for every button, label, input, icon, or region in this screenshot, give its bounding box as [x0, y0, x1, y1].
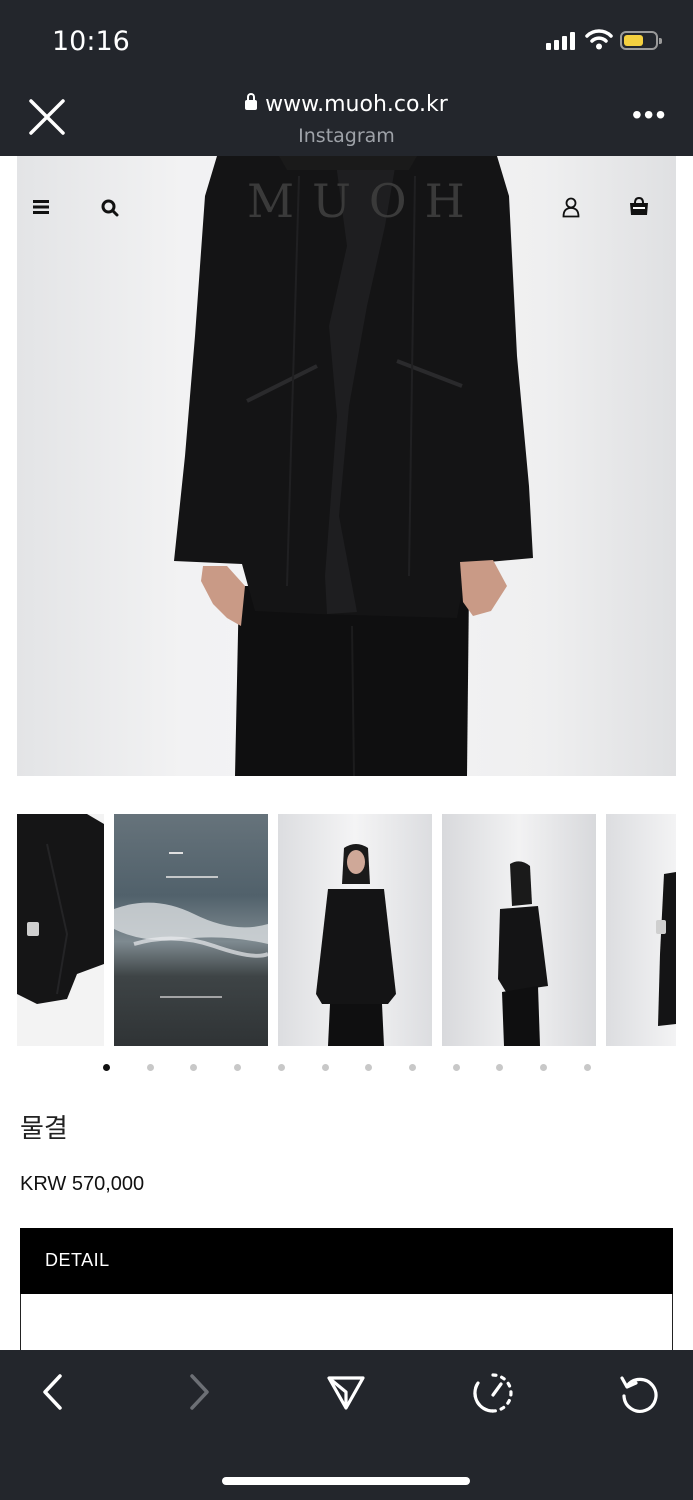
carousel-dot[interactable]	[147, 1064, 154, 1071]
thumbnail-carousel[interactable]	[0, 814, 693, 1046]
carousel-pagination[interactable]	[0, 1064, 693, 1074]
url-text: www.muoh.co.kr	[265, 92, 448, 117]
carousel-dot[interactable]	[584, 1064, 591, 1071]
hero-product-image[interactable]: MUOH	[17, 156, 676, 776]
carousel-dot[interactable]	[540, 1064, 547, 1071]
share-icon[interactable]	[326, 1372, 366, 1412]
thumbnail-3[interactable]	[278, 814, 432, 1046]
wifi-icon	[585, 29, 613, 50]
carousel-dot[interactable]	[103, 1064, 110, 1071]
carousel-dot[interactable]	[409, 1064, 416, 1071]
product-name: 물결	[20, 1114, 68, 1144]
speed-icon[interactable]	[472, 1372, 514, 1414]
user-icon[interactable]	[562, 197, 580, 218]
thumbnail-4[interactable]	[442, 814, 596, 1046]
carousel-dot[interactable]	[496, 1064, 503, 1071]
status-bar: 10:16	[0, 0, 693, 80]
carousel-dot[interactable]	[234, 1064, 241, 1071]
carousel-dot[interactable]	[190, 1064, 197, 1071]
status-time: 10:16	[52, 26, 130, 57]
forward-icon[interactable]	[186, 1372, 212, 1412]
thumbnail-5[interactable]	[606, 814, 676, 1046]
carousel-dot[interactable]	[322, 1064, 329, 1071]
battery-icon	[620, 31, 662, 50]
home-indicator[interactable]	[222, 1477, 470, 1485]
thumbnail-1[interactable]	[17, 814, 104, 1046]
detail-content-box	[20, 1294, 673, 1350]
reload-icon[interactable]	[619, 1372, 661, 1414]
back-icon[interactable]	[40, 1372, 66, 1412]
shopping-bag-icon[interactable]	[629, 197, 649, 216]
cellular-signal-icon	[546, 30, 575, 50]
carousel-dot[interactable]	[365, 1064, 372, 1071]
carousel-dot[interactable]	[278, 1064, 285, 1071]
thumbnail-2[interactable]	[114, 814, 268, 1046]
product-price: KRW 570,000	[20, 1173, 145, 1195]
menu-icon[interactable]	[33, 200, 49, 214]
more-horizontal-icon[interactable]: •••	[632, 101, 667, 129]
detail-label: DETAIL	[45, 1250, 110, 1270]
url-display[interactable]: www.muoh.co.kr	[0, 92, 693, 117]
model-figure	[174, 156, 533, 776]
site-logo[interactable]: MUOH	[247, 174, 483, 228]
detail-tab[interactable]: DETAIL	[20, 1228, 673, 1294]
lock-icon	[245, 93, 258, 110]
carousel-dot[interactable]	[453, 1064, 460, 1071]
search-icon[interactable]	[101, 199, 119, 217]
source-label: Instagram	[298, 125, 395, 147]
web-page: MUOH 물결 KRW 570,000 DETAIL	[0, 156, 693, 1350]
